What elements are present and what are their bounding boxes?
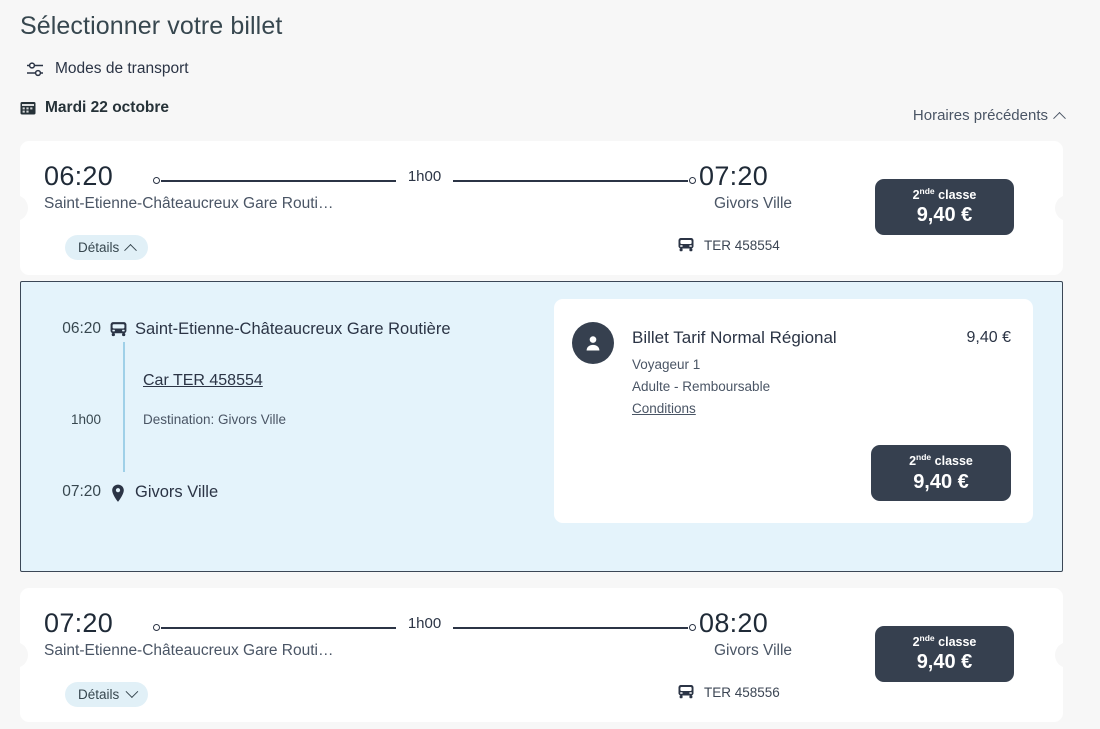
journey-timeline: 1h00 <box>153 615 696 634</box>
leg-destination: Destination: Givors Ville <box>143 412 287 427</box>
bus-icon <box>677 684 695 700</box>
person-icon <box>572 322 614 364</box>
details-toggle-button[interactable]: Détails <box>65 682 149 707</box>
journey-duration: 1h00 <box>401 168 448 185</box>
timeline-segment-right <box>453 180 688 182</box>
timeline-end-dot <box>689 624 696 631</box>
departure-station: Saint-Etienne-Châteaucreux Gare Routi… <box>44 642 334 659</box>
ticket-notch-right <box>1055 195 1071 221</box>
sliders-icon <box>26 61 45 78</box>
bus-icon <box>101 320 135 338</box>
offer-conditions-link[interactable]: Conditions <box>632 401 696 416</box>
arrival-time: 07:20 <box>699 161 769 191</box>
price-badge[interactable]: 2nde classe 9,40 € <box>875 179 1014 235</box>
train-number-row: TER 458554 <box>677 237 780 253</box>
train-number: TER 458554 <box>704 237 780 253</box>
offer-fare-type: Adulte - Remboursable <box>632 379 771 394</box>
leg-departure-time: 06:20 <box>62 320 101 337</box>
ticket-selection-page: Sélectionner votre billet Modes de trans… <box>0 0 1100 729</box>
offer-price: 9,40 € <box>966 329 1011 346</box>
travel-class: 2nde classe <box>912 185 977 202</box>
price-amount: 9,40 € <box>916 204 973 227</box>
leg-departure-station: Saint-Etienne-Châteaucreux Gare Routière <box>135 320 451 338</box>
leg-train-link[interactable]: Car TER 458554 <box>143 372 263 390</box>
arrival-time: 08:20 <box>699 608 769 638</box>
details-label: Détails <box>78 687 120 702</box>
leg-departure-row: 06:20 Saint-Etienne-Châteaucreux Gare Ro… <box>39 320 539 339</box>
leg-arrival-time: 07:20 <box>62 483 101 500</box>
offer-badge-price: 9,40 € <box>913 470 969 493</box>
offer-traveller: Voyageur 1 <box>632 357 701 372</box>
price-badge[interactable]: 2nde classe 9,40 € <box>875 626 1014 682</box>
chevron-down-icon <box>125 685 139 699</box>
departure-station: Saint-Etienne-Châteaucreux Gare Routi… <box>44 195 334 212</box>
leg-arrival-row: 07:20 Givors Ville <box>39 483 539 502</box>
map-pin-icon <box>101 483 135 502</box>
ticket-offer-card[interactable]: Billet Tarif Normal Régional 9,40 € Voya… <box>554 299 1033 523</box>
departure-time: 06:20 <box>44 161 114 191</box>
leg-arrival-station: Givors Ville <box>135 483 219 501</box>
journey-leg: 06:20 Saint-Etienne-Châteaucreux Gare Ro… <box>39 320 539 502</box>
transport-modes-filter[interactable]: Modes de transport <box>26 60 189 78</box>
travel-class: 2nde classe <box>912 632 977 649</box>
page-title: Sélectionner votre billet <box>20 12 283 40</box>
offer-title: Billet Tarif Normal Régional <box>632 328 837 347</box>
price-amount: 9,40 € <box>916 651 973 674</box>
leg-duration: 1h00 <box>70 412 101 427</box>
details-toggle-button[interactable]: Détails <box>65 235 149 260</box>
arrival-station: Givors Ville <box>713 642 793 659</box>
arrival-station: Givors Ville <box>713 195 793 212</box>
offer-travel-class: 2nde classe <box>909 452 973 469</box>
timeline-segment-left <box>161 180 396 182</box>
train-number: TER 458556 <box>704 684 780 700</box>
train-number-row: TER 458556 <box>677 684 780 700</box>
timeline-segment-left <box>161 627 396 629</box>
timeline-segment-right <box>453 627 688 629</box>
ticket-notch-left <box>12 642 28 668</box>
bus-icon <box>677 237 695 253</box>
previous-schedules-button[interactable]: Horaires précédents <box>912 107 1066 125</box>
transport-modes-label: Modes de transport <box>55 60 189 77</box>
chevron-up-icon <box>124 243 138 257</box>
offer-price-badge[interactable]: 2nde classe 9,40 € <box>871 445 1011 501</box>
journey-card[interactable]: 06:20 Saint-Etienne-Châteaucreux Gare Ro… <box>12 141 1071 275</box>
details-label: Détails <box>78 240 120 255</box>
timeline-end-dot <box>689 177 696 184</box>
journey-duration: 1h00 <box>401 615 448 632</box>
journey-card[interactable]: 07:20 Saint-Etienne-Châteaucreux Gare Ro… <box>12 588 1071 722</box>
timeline-start-dot <box>153 624 160 631</box>
departure-time: 07:20 <box>44 608 114 638</box>
ticket-notch-left <box>12 195 28 221</box>
date-selector[interactable]: Mardi 22 octobre <box>20 99 169 117</box>
ticket-notch-right <box>1055 642 1071 668</box>
journey-timeline: 1h00 <box>153 168 696 187</box>
timeline-start-dot <box>153 177 160 184</box>
leg-connector-line <box>123 342 125 472</box>
chevron-up-icon <box>1053 111 1066 125</box>
previous-schedules-label: Horaires précédents <box>912 107 1048 124</box>
calendar-icon <box>20 100 36 116</box>
date-label: Mardi 22 octobre <box>45 99 170 116</box>
